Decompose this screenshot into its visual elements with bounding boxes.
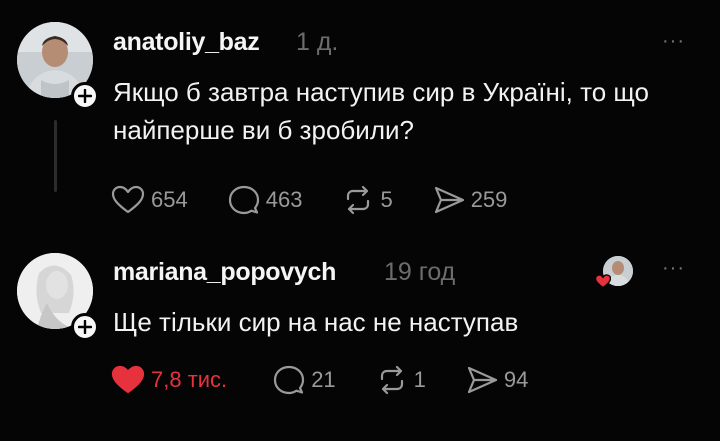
heart-icon [111, 185, 145, 214]
repost-icon [380, 365, 403, 395]
more-options-button[interactable]: ··· [662, 30, 685, 53]
repost-button[interactable]: 5 [342, 184, 393, 216]
plus-icon [78, 89, 92, 103]
reply-button[interactable]: 463 [228, 184, 303, 216]
post-time: 19 год [384, 258, 456, 286]
reply-count: 463 [265, 187, 303, 212]
like-button[interactable]: 7,8 тис. [111, 365, 227, 395]
more-options-button[interactable]: ··· [662, 257, 685, 280]
like-button[interactable]: 654 [111, 185, 188, 215]
like-count: 654 [151, 187, 188, 212]
username[interactable]: anatoliy_baz [113, 28, 260, 57]
repost-count: 5 [380, 187, 393, 212]
reply-button[interactable]: 21 [273, 364, 336, 396]
like-count: 7,8 тис. [151, 367, 228, 392]
repost-count: 1 [413, 367, 426, 392]
follow-plus-button[interactable] [71, 313, 99, 341]
post-text: Ще тільки сир на нас не наступав [113, 307, 519, 337]
share-icon [467, 366, 498, 394]
repost-icon [347, 185, 370, 215]
comment-icon [228, 185, 259, 215]
share-count: 259 [470, 187, 508, 212]
post-text: Якщо б завтра наступив сир в Україні, то… [113, 77, 649, 145]
share-icon [434, 186, 464, 214]
thread-connector-line [54, 120, 57, 192]
reply-count: 21 [311, 367, 336, 392]
repost-button[interactable]: 1 [376, 364, 426, 396]
share-count: 94 [503, 367, 529, 392]
share-button[interactable]: 94 [466, 365, 528, 395]
post-actions: 7,8 тис. 21 1 94 [111, 364, 554, 396]
heart-icon [111, 365, 145, 394]
share-button[interactable]: 259 [433, 185, 508, 215]
plus-icon [78, 320, 92, 334]
comment-icon [274, 365, 305, 395]
post-actions: 654 463 5 259 [111, 184, 533, 216]
heart-icon [595, 274, 611, 289]
follow-plus-button[interactable] [71, 82, 99, 110]
post-time: 1 д. [296, 28, 339, 56]
username[interactable]: mariana_popovych [113, 258, 336, 287]
